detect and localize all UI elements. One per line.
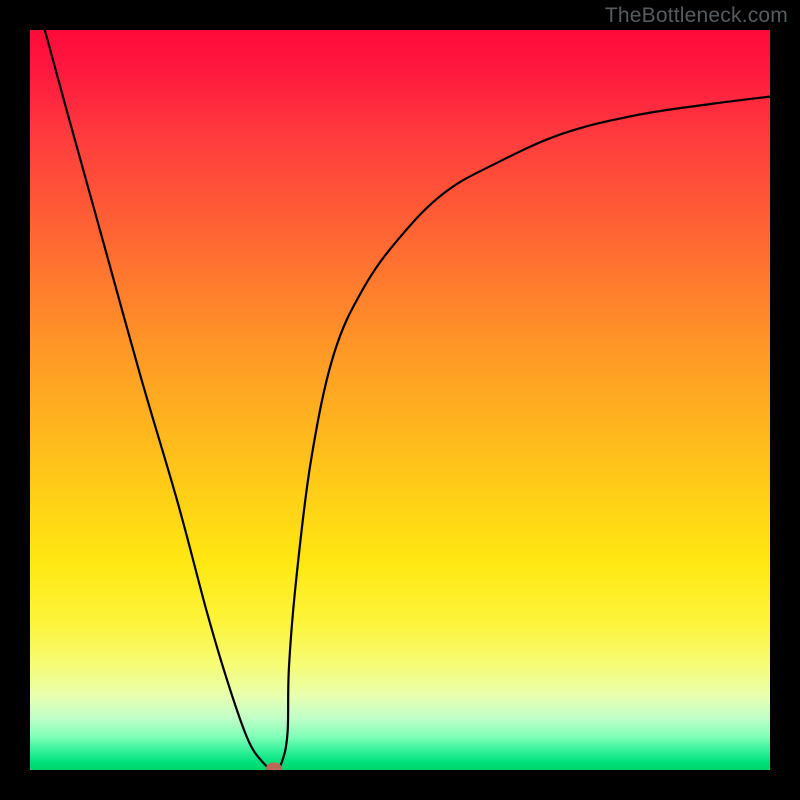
plot-area — [30, 30, 770, 770]
bottleneck-curve — [45, 30, 770, 770]
curve-svg — [30, 30, 770, 770]
chart-frame: TheBottleneck.com — [0, 0, 800, 800]
min-marker — [266, 763, 282, 771]
watermark-text: TheBottleneck.com — [605, 4, 788, 28]
